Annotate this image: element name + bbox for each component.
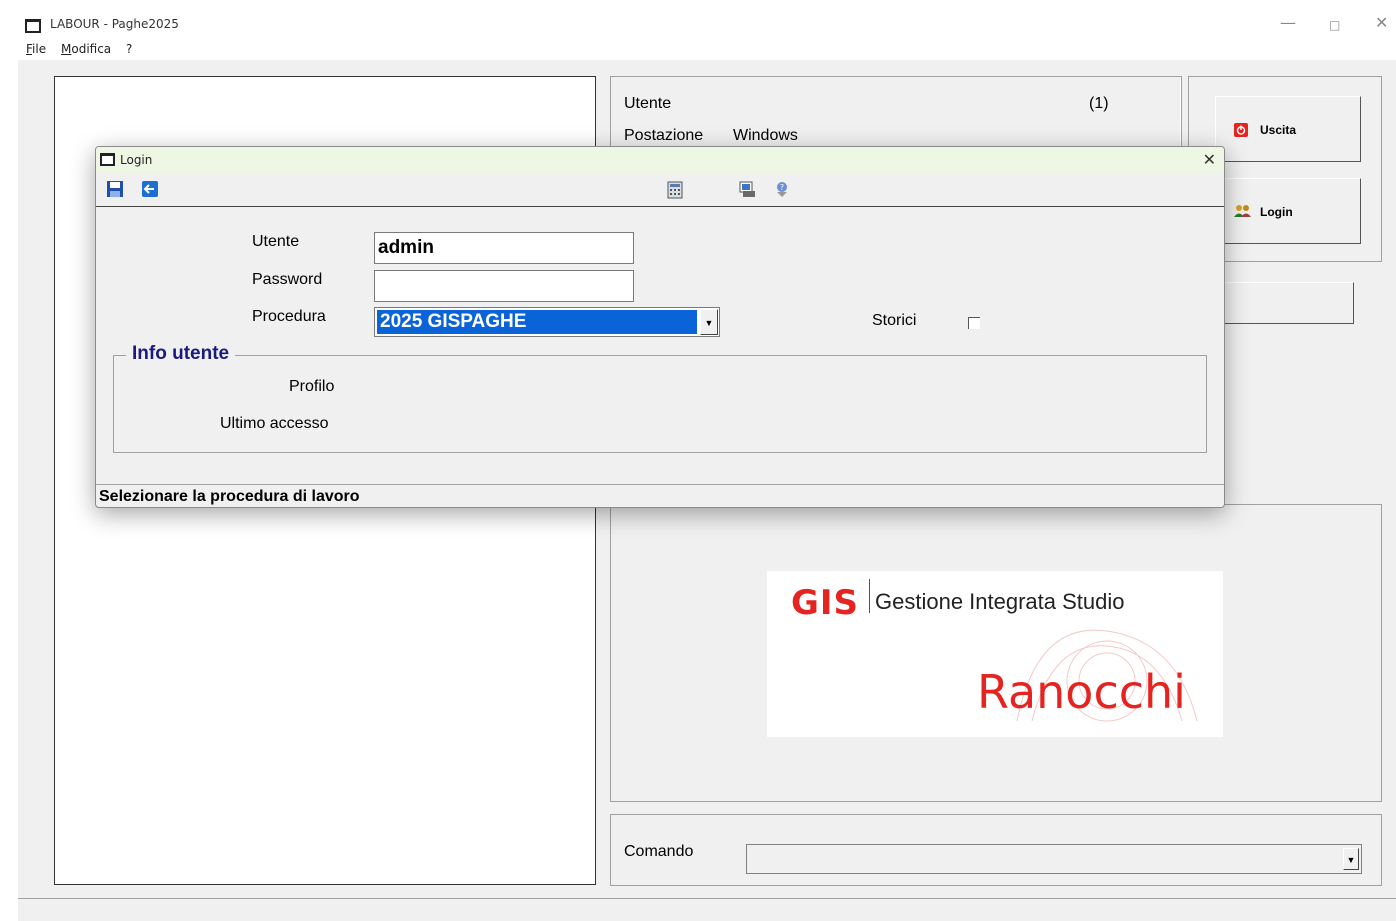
minimize-button[interactable]: — [1280, 13, 1296, 32]
login-button[interactable]: Login [1215, 178, 1361, 244]
app-titlebar: LABOUR - Paghe2025 — □ ✕ [18, 10, 1396, 40]
gis-tagline: Gestione Integrata Studio [875, 589, 1125, 614]
menu-file[interactable]: File [26, 42, 46, 56]
chevron-down-icon[interactable]: ▼ [1343, 848, 1359, 870]
dialog-close-button[interactable]: ✕ [1203, 150, 1216, 169]
info-utente-title: Info utente [126, 343, 236, 365]
info-utente-group: Info utente Profilo Ultimo accesso [113, 343, 1207, 453]
postazione-label: Postazione [624, 127, 704, 144]
app-statusbar [18, 898, 1396, 921]
dialog-icon [100, 153, 115, 166]
maximize-button[interactable]: □ [1329, 18, 1340, 32]
login-label: Login [1260, 205, 1293, 219]
password-field-label: Password [252, 271, 323, 288]
procedura-selected-value: 2025 GISPAGHE [377, 310, 697, 334]
uscita-label: Uscita [1260, 123, 1297, 137]
svg-text:?: ? [780, 183, 784, 192]
back-icon[interactable] [141, 180, 159, 198]
comando-combobox[interactable]: ▼ [746, 844, 1362, 874]
storici-checkbox[interactable] [968, 317, 980, 329]
ultimo-accesso-label: Ultimo accesso [220, 415, 329, 432]
users-icon [1234, 205, 1251, 217]
dialog-title: Login [120, 153, 153, 167]
desktop-strip [0, 0, 18, 921]
utente-field-label: Utente [252, 233, 300, 250]
menu-help[interactable]: ? [126, 42, 132, 56]
postazione-value: Windows [733, 127, 798, 144]
utente-label: Utente [624, 95, 672, 112]
dialog-toolbar: ? [96, 173, 1224, 207]
app-title: LABOUR - Paghe2025 [50, 17, 179, 31]
power-icon [1234, 123, 1248, 137]
storici-label: Storici [872, 312, 917, 329]
uscita-button[interactable]: Uscita [1215, 96, 1361, 162]
profilo-label: Profilo [289, 378, 335, 395]
dialog-titlebar: Login ✕ [96, 147, 1224, 173]
procedura-select[interactable]: 2025 GISPAGHE ▼ [374, 307, 720, 337]
dialog-status-text: Selezionare la procedura di lavoro [96, 484, 1224, 507]
calculator-icon[interactable] [667, 181, 683, 199]
help-icon[interactable]: ? [772, 180, 790, 198]
save-icon[interactable] [106, 180, 124, 198]
brand-name: Ranocchi [977, 665, 1186, 719]
utente-input[interactable] [374, 232, 634, 264]
menubar: File Modifica ? [18, 40, 1396, 60]
procedura-field-label: Procedura [252, 308, 326, 325]
menu-modifica[interactable]: Modifica [61, 42, 111, 56]
gis-mark: GIS [791, 583, 860, 623]
chevron-down-icon[interactable]: ▼ [700, 309, 718, 335]
secondary-button[interactable] [1214, 282, 1354, 324]
command-panel: Comando ▼ [610, 814, 1382, 886]
utente-count: (1) [1089, 95, 1109, 112]
print-icon[interactable] [738, 180, 756, 198]
password-input[interactable] [374, 270, 634, 302]
close-button[interactable]: ✕ [1375, 13, 1388, 32]
logo-separator [869, 579, 870, 613]
app-icon [25, 19, 41, 33]
logo-panel: GIS Gestione Integrata Studio Ranocchi [610, 504, 1382, 802]
login-dialog: Login ✕ ? Utente Password [95, 146, 1225, 508]
company-logo: GIS Gestione Integrata Studio Ranocchi [767, 571, 1223, 737]
comando-label: Comando [624, 843, 694, 860]
